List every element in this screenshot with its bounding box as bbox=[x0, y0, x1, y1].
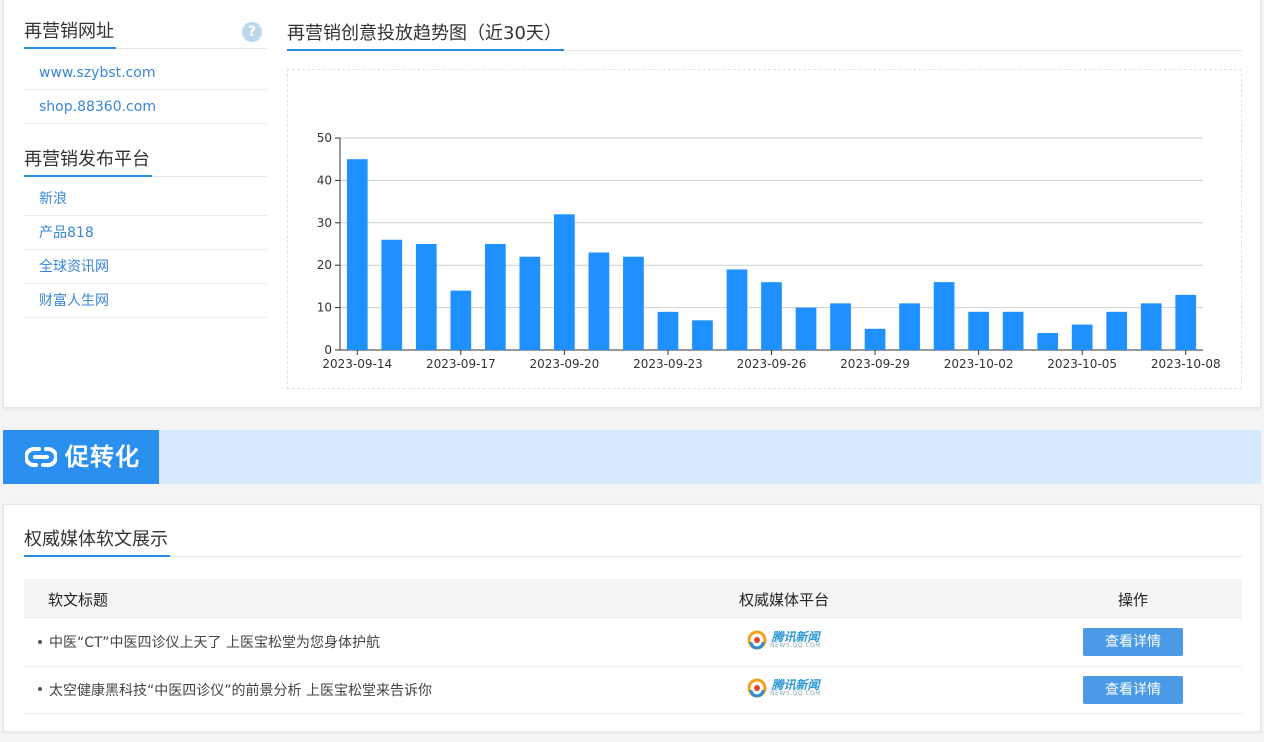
view-details-button[interactable]: 查看详情 bbox=[1083, 675, 1183, 704]
bar bbox=[899, 303, 920, 350]
bar bbox=[795, 307, 817, 350]
article-title-cell: 中医“CT”中医四诊仪上天了 上医宝松堂为您身体护航 bbox=[24, 619, 544, 667]
link-icon bbox=[25, 447, 57, 467]
bar bbox=[692, 320, 713, 350]
platform-section-title: 再营销发布平台 bbox=[24, 145, 152, 177]
bullet-icon bbox=[38, 687, 42, 691]
view-details-button[interactable]: 查看详情 bbox=[1083, 628, 1183, 657]
chart-section-title: 再营销创意投放趋势图（近30天） bbox=[287, 19, 564, 51]
url-section-title: 再营销网址 bbox=[24, 17, 116, 49]
action-cell: 查看详情 bbox=[1024, 666, 1242, 714]
bar bbox=[657, 311, 679, 350]
article-title[interactable]: 太空健康黑科技“中医四诊仪”的前景分析 上医宝松堂来告诉你 bbox=[49, 683, 432, 699]
tencent-news-icon bbox=[747, 630, 767, 650]
bar bbox=[1002, 311, 1024, 350]
top-panel: 再营销网址 ? www.szybst.com shop.88360.com 再营… bbox=[3, 0, 1261, 408]
bar bbox=[761, 282, 782, 350]
bar bbox=[933, 282, 955, 350]
tencent-news-logo: 腾讯新闻 NEWS.QQ.COM bbox=[747, 678, 821, 698]
bar bbox=[726, 269, 748, 350]
platform-cell: 腾讯新闻 NEWS.QQ.COM bbox=[544, 619, 1024, 667]
tencent-news-logo: 腾讯新闻 NEWS.QQ.COM bbox=[747, 630, 821, 650]
media-section-header: 权威媒体软文展示 bbox=[24, 525, 1242, 557]
y-tick-label: 40 bbox=[317, 173, 332, 187]
y-tick-label: 0 bbox=[324, 343, 332, 357]
bar bbox=[588, 252, 610, 350]
platform-name: 腾讯新闻 bbox=[771, 677, 820, 692]
platform-link-sina[interactable]: 新浪 bbox=[24, 182, 267, 216]
bar bbox=[1071, 324, 1093, 350]
bar bbox=[968, 311, 989, 350]
bar bbox=[864, 328, 886, 350]
x-tick-label: 2023-09-17 bbox=[426, 357, 496, 371]
bar bbox=[381, 239, 403, 350]
url-list: www.szybst.com shop.88360.com bbox=[24, 56, 267, 124]
bar bbox=[484, 244, 506, 350]
action-cell: 查看详情 bbox=[1024, 619, 1242, 667]
platform-link-global-news[interactable]: 全球资讯网 bbox=[24, 250, 267, 284]
x-tick-label: 2023-10-05 bbox=[1047, 357, 1117, 371]
promo-label: 促转化 bbox=[65, 443, 140, 471]
bar bbox=[554, 214, 575, 350]
platform-section-header: 再营销发布平台 bbox=[24, 145, 267, 177]
url-link-szybst[interactable]: www.szybst.com bbox=[24, 56, 267, 90]
bar bbox=[623, 256, 644, 350]
platform-list: 新浪 产品818 全球资讯网 财富人生网 bbox=[24, 182, 267, 318]
col-title-header: 软文标题 bbox=[24, 579, 544, 619]
y-tick-label: 10 bbox=[317, 301, 332, 315]
y-tick-label: 50 bbox=[317, 131, 332, 145]
bar bbox=[1175, 294, 1197, 350]
bar bbox=[1140, 303, 1162, 350]
bar bbox=[1037, 333, 1059, 350]
chart-section-header: 再营销创意投放趋势图（近30天） bbox=[287, 19, 1242, 51]
url-section-header: 再营销网址 bbox=[24, 17, 267, 49]
promo-bar: 促转化 bbox=[3, 430, 1261, 484]
x-tick-label: 2023-09-20 bbox=[530, 357, 600, 371]
table-row: 太空健康黑科技“中医四诊仪”的前景分析 上医宝松堂来告诉你 腾讯新闻 NEWS.Q… bbox=[24, 666, 1242, 714]
help-icon[interactable]: ? bbox=[242, 22, 262, 42]
bar bbox=[519, 256, 541, 350]
media-section-title: 权威媒体软文展示 bbox=[24, 525, 170, 557]
table-row: 中医“CT”中医四诊仪上天了 上医宝松堂为您身体护航 腾讯新闻 NEWS.QQ.C… bbox=[24, 619, 1242, 667]
y-tick-label: 30 bbox=[317, 216, 332, 230]
x-tick-label: 2023-09-23 bbox=[633, 357, 703, 371]
platform-domain: NEWS.QQ.COM bbox=[770, 689, 821, 697]
bottom-panel: 权威媒体软文展示 软文标题 权威媒体平台 操作 中医“CT”中医四诊仪上天了 上… bbox=[3, 504, 1261, 732]
news-table: 软文标题 权威媒体平台 操作 中医“CT”中医四诊仪上天了 上医宝松堂为您身体护… bbox=[24, 579, 1242, 714]
x-tick-label: 2023-10-08 bbox=[1151, 357, 1221, 371]
tencent-news-icon bbox=[747, 678, 767, 697]
article-title-cell: 太空健康黑科技“中医四诊仪”的前景分析 上医宝松堂来告诉你 bbox=[24, 666, 544, 714]
bullet-icon bbox=[38, 639, 42, 644]
y-tick-label: 20 bbox=[317, 258, 332, 272]
x-tick-label: 2023-09-26 bbox=[737, 357, 807, 371]
col-action-header: 操作 bbox=[1024, 579, 1242, 619]
url-link-88360[interactable]: shop.88360.com bbox=[24, 90, 267, 124]
x-tick-label: 2023-10-02 bbox=[944, 357, 1014, 371]
bar-chart: 0 10 20 30 40 50 2023-09-14 2023-09-17 2023-09-2… bbox=[317, 131, 1221, 371]
chart-container: 0 10 20 30 40 50 2023-09-14 2023-09-17 2023-09-2… bbox=[287, 69, 1242, 389]
article-title[interactable]: 中医“CT”中医四诊仪上天了 上医宝松堂为您身体护航 bbox=[49, 635, 380, 651]
platform-domain: NEWS.QQ.COM bbox=[770, 642, 821, 650]
platform-link-wealth-life[interactable]: 财富人生网 bbox=[24, 284, 267, 318]
bar bbox=[450, 290, 472, 350]
x-tick-label: 2023-09-14 bbox=[322, 357, 392, 371]
bar bbox=[346, 159, 368, 350]
platform-cell: 腾讯新闻 NEWS.QQ.COM bbox=[544, 666, 1024, 714]
platform-link-product818[interactable]: 产品818 bbox=[24, 216, 267, 250]
col-platform-header: 权威媒体平台 bbox=[544, 579, 1024, 619]
bar bbox=[830, 303, 851, 350]
x-tick-label: 2023-09-29 bbox=[840, 357, 910, 371]
bar bbox=[1106, 311, 1128, 350]
promo-tag: 促转化 bbox=[3, 430, 159, 484]
table-header-row: 软文标题 权威媒体平台 操作 bbox=[24, 579, 1242, 619]
bar bbox=[415, 244, 437, 350]
